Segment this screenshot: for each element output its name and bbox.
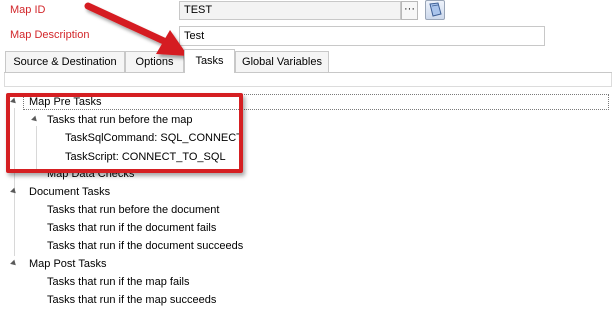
map-id-book-button[interactable] — [425, 0, 445, 20]
tree-item-tasks-map-succeeds[interactable]: Tasks that run if the map succeeds — [47, 292, 216, 309]
tree-item-map-post-tasks[interactable]: Map Post Tasks — [29, 256, 106, 273]
annotation-highlight-box — [6, 93, 243, 173]
tab-tasks[interactable]: Tasks — [184, 49, 235, 73]
tree-item-tasks-document-succeeds[interactable]: Tasks that run if the document succeeds — [47, 238, 243, 255]
map-id-label: Map ID — [10, 4, 46, 16]
tab-global-variables[interactable]: Global Variables — [235, 51, 329, 73]
red-arrow-icon — [84, 2, 188, 56]
map-id-field[interactable]: TEST — [179, 1, 401, 20]
tree-item-document-tasks[interactable]: Document Tasks — [29, 184, 110, 201]
expand-triangle-icon[interactable] — [10, 259, 18, 268]
tasks-panel-header — [4, 73, 612, 87]
tree-item-tasks-map-fails[interactable]: Tasks that run if the map fails — [47, 274, 189, 291]
book-icon — [429, 2, 442, 17]
map-description-label: Map Description — [10, 29, 90, 41]
expand-triangle-icon[interactable] — [10, 187, 18, 196]
map-description-field[interactable]: Test — [179, 26, 545, 46]
map-id-browse-button[interactable]: ··· — [401, 1, 418, 20]
tree-item-tasks-before-document[interactable]: Tasks that run before the document — [47, 202, 219, 219]
tree-item-tasks-document-fails[interactable]: Tasks that run if the document fails — [47, 220, 216, 237]
